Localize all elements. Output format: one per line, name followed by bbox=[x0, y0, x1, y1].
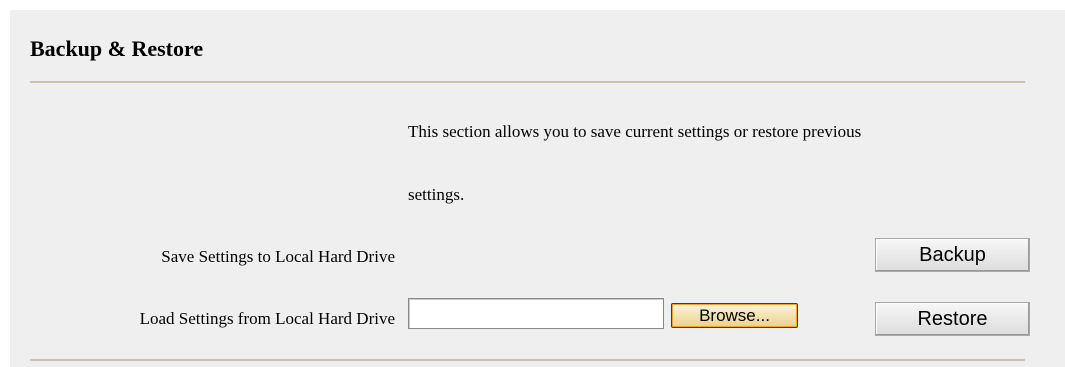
page-title: Backup & Restore bbox=[30, 36, 204, 61]
load-settings-label: Load Settings from Local Hard Drive bbox=[139, 309, 395, 328]
save-settings-label: Save Settings to Local Hard Drive bbox=[161, 247, 395, 266]
top-divider bbox=[30, 81, 1025, 83]
section-description-line-1: This section allows you to save current … bbox=[408, 122, 862, 141]
browse-button[interactable]: Browse... bbox=[671, 303, 798, 328]
backup-file-path-input[interactable] bbox=[408, 298, 664, 329]
backup-button[interactable]: Backup bbox=[875, 238, 1030, 272]
section-description-line-2: settings. bbox=[408, 185, 465, 204]
bottom-divider bbox=[30, 359, 1025, 361]
restore-button[interactable]: Restore bbox=[875, 302, 1030, 336]
